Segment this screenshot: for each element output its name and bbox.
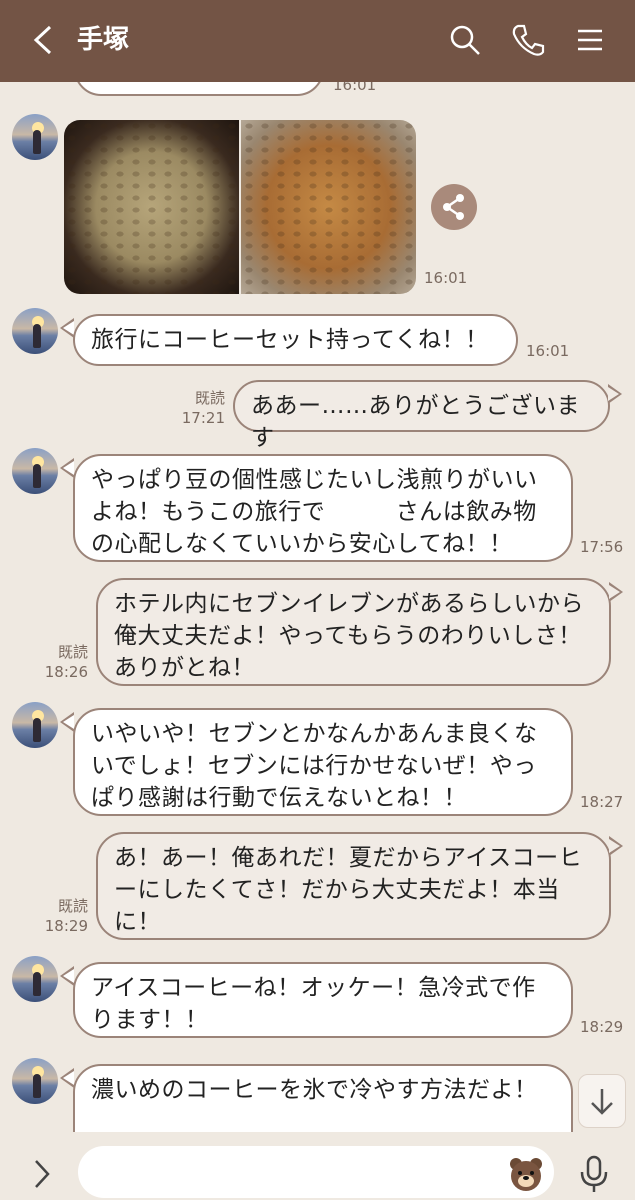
message-input-bar [0,1132,635,1200]
message-bubble-incoming[interactable]: やっぱり豆の個性感じたいし浅煎りがいいよね！もうこの旅行で さんは飲み物の心配し… [73,454,573,562]
read-receipt: 既読 18:26 [44,643,88,681]
read-receipt: 既読 18:29 [44,897,88,935]
message-time: 16:01 [424,269,468,287]
chat-area[interactable]: 16:01 16:01 旅行にコーヒーセット持ってくね！！ 16:01 既読 1… [0,82,635,1132]
chat-title: 手塚 [77,25,130,55]
chevron-left-icon[interactable] [30,24,56,56]
avatar[interactable] [12,956,58,1002]
message-bubble-outgoing[interactable]: ああー……ありがとうございます [233,380,610,451]
message-time: 18:27 [580,793,624,811]
message-time: 16:01 [333,82,377,94]
phone-icon[interactable] [510,22,546,58]
message-bubble-incoming[interactable]: アイスコーヒーね！オッケー！急冷式で作ります！！ [73,962,573,1038]
avatar[interactable] [12,448,58,494]
message-bubble-incoming[interactable]: 旅行にコーヒーセット持ってくね！！ [73,314,518,366]
message-bubble-outgoing[interactable]: あ！あー！俺あれだ！夏だからアイスコーヒーにしたくてさ！だから大丈夫だよ！本当に… [96,832,611,940]
search-icon[interactable] [447,22,483,58]
arrow-down-icon[interactable] [578,1074,626,1128]
message-time: 16:01 [526,342,570,360]
bear-sticker-icon[interactable] [506,1154,546,1194]
photo-roasted-beans[interactable] [241,120,416,294]
message-time: 18:29 [580,1018,624,1036]
message-input[interactable] [78,1146,554,1198]
read-receipt: 既読 17:21 [181,389,225,427]
message-bubble-incoming[interactable]: いやいや！セブンとかなんかあんま良くないでしょ！セブンには行かせないぜ！やっぱり… [73,708,573,816]
chevron-right-icon[interactable] [32,1158,52,1190]
avatar[interactable] [12,702,58,748]
avatar[interactable] [12,308,58,354]
avatar[interactable] [12,1058,58,1104]
chat-header: 手塚 [0,0,635,82]
photo-green-beans[interactable] [64,120,239,294]
message-bubble-outgoing[interactable]: ホテル内にセブンイレブンがあるらしいから俺大丈夫だよ！やってもらうのわりいしさ！… [96,578,611,686]
message-bubble-partial [74,82,324,96]
microphone-icon[interactable] [578,1154,610,1194]
avatar[interactable] [12,114,58,160]
menu-icon[interactable] [572,22,608,58]
share-icon[interactable] [431,184,477,230]
photo-album[interactable] [64,120,416,294]
message-time: 17:56 [580,538,624,556]
message-bubble-incoming[interactable]: 濃いめのコーヒーを氷で冷やす方法だよ！ [73,1064,573,1132]
